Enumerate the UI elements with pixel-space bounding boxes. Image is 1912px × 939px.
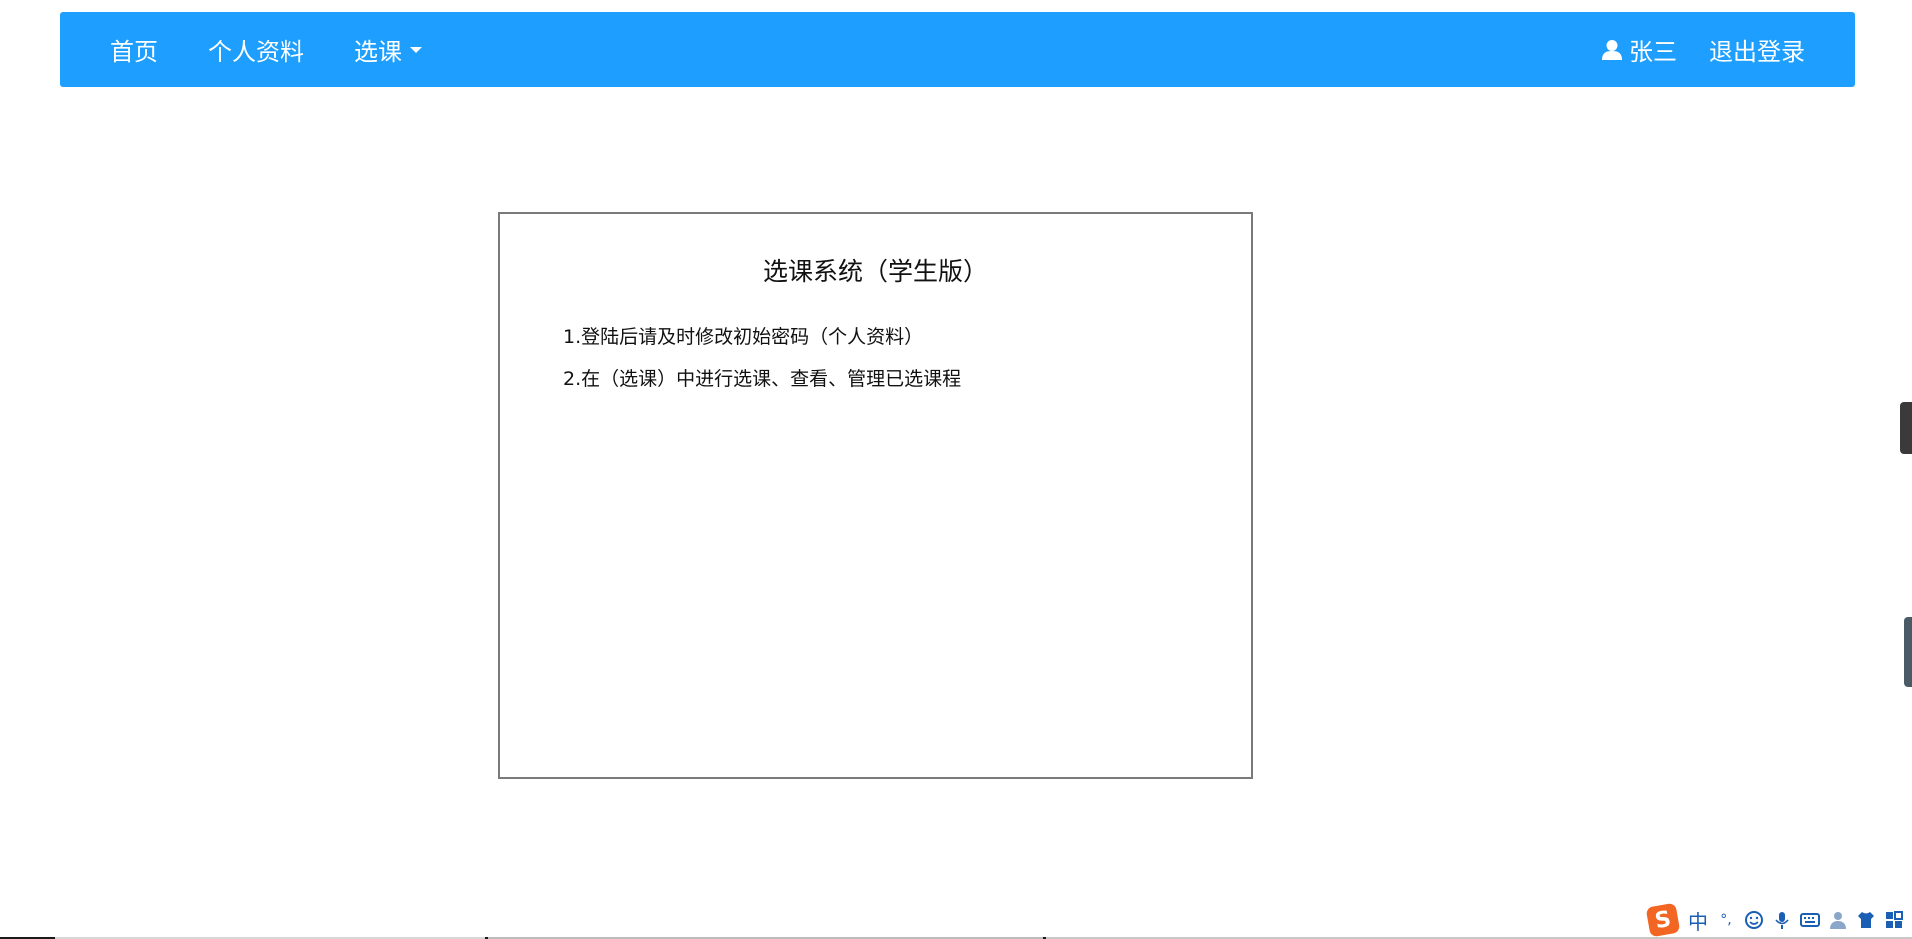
notice-line-2: 2.在（选课）中进行选课、查看、管理已选课程 [563,368,962,390]
nav-home-label: 首页 [110,38,158,66]
user-icon[interactable] [1828,909,1848,931]
nav-right-group: 张三 退出登录 [1569,12,1805,87]
logout-label: 退出登录 [1709,38,1805,66]
user-name: 张三 [1629,38,1677,66]
notice-list: 1.登陆后请及时修改初始密码（个人资料） 2.在（选课）中进行选课、查看、管理已… [563,316,961,400]
ime-punct-button[interactable]: °, [1716,909,1736,931]
caret-down-icon [410,46,422,53]
grid-icon[interactable] [1884,909,1904,931]
user-icon [1602,39,1622,60]
logout-link[interactable]: 退出登录 [1709,32,1805,67]
top-navbar: 首页 个人资料 选课 张三 退出登录 [60,12,1855,87]
ime-toolbar: S 中 °, [1642,902,1912,938]
page: 首页 个人资料 选课 张三 退出登录 选课系统（学生版） 1.登陆后请及时修改初… [0,0,1912,939]
ime-logo-icon[interactable]: S [1645,902,1681,938]
notice-card: 选课系统（学生版） 1.登陆后请及时修改初始密码（个人资料） 2.在（选课）中进… [498,212,1253,779]
nav-profile-link[interactable]: 个人资料 [208,32,304,67]
nav-left-group: 首页 个人资料 选课 [110,12,472,87]
microphone-icon[interactable] [1772,909,1792,931]
nav-home-link[interactable]: 首页 [110,32,158,67]
nav-profile-label: 个人资料 [208,38,304,66]
shirt-icon[interactable] [1856,909,1876,931]
emoji-icon[interactable] [1744,909,1764,931]
keyboard-icon[interactable] [1800,909,1820,931]
nav-course-dropdown[interactable]: 选课 [354,32,422,67]
nav-course-label: 选课 [354,38,402,66]
side-dock-handle-lower[interactable] [1904,617,1912,687]
ime-mode-button[interactable]: 中 [1688,909,1708,934]
user-menu[interactable]: 张三 [1601,32,1677,67]
card-title: 选课系统（学生版） [762,257,988,286]
side-dock-handle[interactable] [1900,402,1912,454]
notice-line-1: 1.登陆后请及时修改初始密码（个人资料） [563,326,924,348]
